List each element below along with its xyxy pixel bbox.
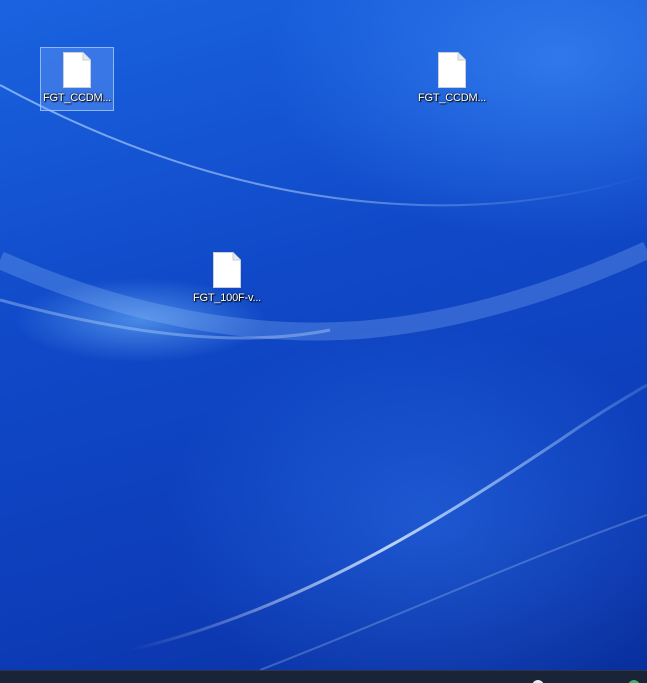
desktop-file-fgt-100f[interactable]: FGT_100F-v... bbox=[190, 247, 264, 311]
desktop-file-fgt-ccdm-1[interactable]: FGT_CCDM... bbox=[40, 47, 114, 111]
desktop-file-label: FGT_CCDM... bbox=[42, 92, 112, 104]
desktop[interactable]: FGT_CCDM... FGT_CCDM... FGT_100F-v... bbox=[0, 0, 647, 683]
desktop-file-fgt-ccdm-2[interactable]: FGT_CCDM... bbox=[415, 47, 489, 111]
file-icon bbox=[438, 52, 466, 88]
file-icon bbox=[63, 52, 91, 88]
taskbar[interactable] bbox=[0, 670, 647, 683]
desktop-file-label: FGT_CCDM... bbox=[417, 92, 487, 104]
file-icon bbox=[213, 252, 241, 288]
desktop-file-label: FGT_100F-v... bbox=[192, 292, 262, 304]
